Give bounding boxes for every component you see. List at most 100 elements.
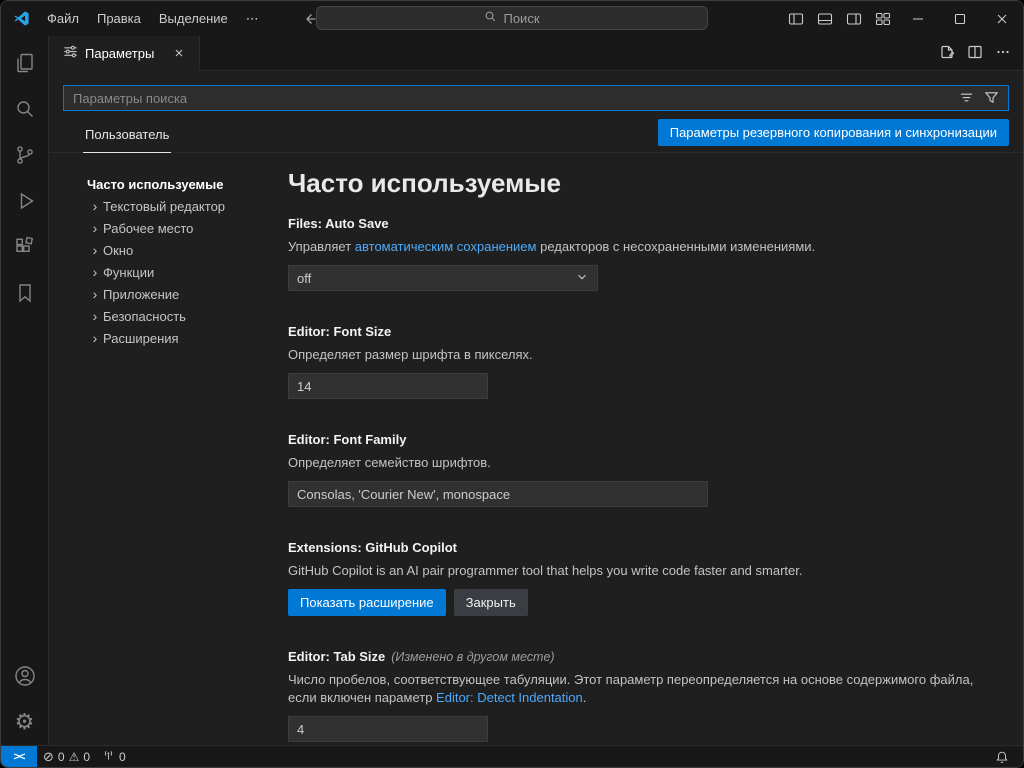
settings-content: Часто используемые Files: Auto Save Упра… [288,153,1023,745]
errors-count: 0 [58,750,65,764]
open-settings-json-icon[interactable] [939,44,955,63]
bookmarks-icon[interactable] [1,270,49,316]
tab-close-icon[interactable] [169,43,189,63]
ports-status[interactable]: 0 [96,746,132,768]
toggle-secondary-sidebar-icon[interactable] [839,1,868,36]
problems-status[interactable]: 0 0 [37,746,96,768]
tab-label: Параметры [85,46,154,61]
settings-sliders-icon [63,44,78,62]
warnings-count: 0 [83,750,90,764]
account-icon[interactable] [1,653,49,699]
show-extension-button[interactable]: Показать расширение [288,589,446,616]
notifications-bell-icon[interactable] [989,746,1015,768]
setting-title: Extensions: GitHub Copilot [288,539,999,557]
chevron-right-icon [87,309,103,323]
minimize-button[interactable] [897,1,939,36]
tab-bar: Параметры [49,36,1023,71]
setting-title: Files: Auto Save [288,215,999,233]
setting-description: Число пробелов, соответствующее табуляци… [288,671,999,707]
font-size-input[interactable] [288,373,488,399]
toc-item-label: Расширения [103,331,179,346]
titlebar-search-label: Поиск [503,11,539,26]
toggle-panel-icon[interactable] [810,1,839,36]
dismiss-button[interactable]: Закрыть [454,589,528,616]
source-control-icon[interactable] [1,132,49,178]
titlebar-search[interactable]: Поиск [316,6,708,30]
backup-sync-settings-button[interactable]: Параметры резервного копирования и синхр… [658,119,1009,146]
settings-section-heading: Часто используемые [288,167,999,199]
auto-save-select-value: off [297,271,311,286]
tab-settings[interactable]: Параметры [49,36,200,71]
auto-save-link[interactable]: автоматическим сохранением [355,239,537,254]
setting-title-text: Editor: Tab Size [288,649,385,664]
settings-search-actions [959,90,999,108]
modified-elsewhere-note: (Изменено в другом месте) [391,650,554,664]
settings-body: Часто используемые Текстовый редактор Ра… [49,153,1023,745]
vscode-logo-icon [13,10,30,27]
setting-title: Editor: Font Size [288,323,999,341]
chevron-down-icon [575,270,589,287]
settings-gear-icon[interactable]: ⚙ [1,699,49,745]
menu-selection[interactable]: Выделение [150,7,237,30]
desc-text: . [583,690,587,705]
window-controls [781,1,1023,36]
search-icon [484,10,497,26]
toc-item-label: Приложение [103,287,179,302]
more-actions-icon[interactable] [995,44,1011,63]
setting-description: Управляет автоматическим сохранением ред… [288,238,999,256]
toc-item-features[interactable]: Функции [87,261,288,283]
chevron-right-icon [87,243,103,257]
remote-indicator-icon[interactable] [1,746,37,768]
setting-description: GitHub Copilot is an AI pair programmer … [288,562,999,580]
settings-search-row [49,71,1023,111]
radio-tower-icon [102,749,115,765]
desc-text: Управляет [288,239,355,254]
warnings-icon [69,750,80,764]
status-bar-right [989,746,1023,768]
toc-item-application[interactable]: Приложение [87,283,288,305]
toc-item-window[interactable]: Окно [87,239,288,261]
toc-item-security[interactable]: Безопасность [87,305,288,327]
errors-icon [43,749,54,765]
settings-toc: Часто используемые Текстовый редактор Ра… [49,153,288,745]
font-family-input[interactable] [288,481,708,507]
chevron-right-icon [87,265,103,279]
menu-file[interactable]: Файл [38,7,88,30]
setting-editor-font-family: Editor: Font Family Определяет семейство… [288,431,999,507]
toc-item-workbench[interactable]: Рабочее место [87,217,288,239]
chevron-right-icon [87,199,103,213]
filter-lines-icon[interactable] [959,90,974,108]
split-editor-icon[interactable] [967,44,983,63]
customize-layout-icon[interactable] [868,1,897,36]
toc-item-text-editor[interactable]: Текстовый редактор [87,195,288,217]
menu-bar: Файл Правка Выделение ⋯ [38,7,268,31]
setting-description: Определяет размер шрифта в пикселях. [288,346,999,364]
toc-item-label: Безопасность [103,309,186,324]
desc-text: Число пробелов, соответствующее табуляци… [288,672,973,705]
close-button[interactable] [981,1,1023,36]
setting-title: Editor: Tab Size (Изменено в другом месте… [288,648,999,666]
chevron-right-icon [87,221,103,235]
chevron-right-icon [87,287,103,301]
search-view-icon[interactable] [1,86,49,132]
auto-save-select[interactable]: off [288,265,598,291]
extensions-icon[interactable] [1,224,49,270]
maximize-button[interactable] [939,1,981,36]
setting-description: Определяет семейство шрифтов. [288,454,999,472]
run-debug-icon[interactable] [1,178,49,224]
settings-search-input[interactable] [63,85,1009,111]
activity-bar: ⚙ [1,36,49,745]
tab-user-scope[interactable]: Пользователь [83,127,171,153]
menu-more[interactable]: ⋯ [237,7,268,31]
explorer-icon[interactable] [1,40,49,86]
toggle-primary-sidebar-icon[interactable] [781,1,810,36]
toc-item-label: Функции [103,265,154,280]
desc-text: редакторов с несохраненными изменениями. [536,239,815,254]
tab-size-input[interactable] [288,716,488,742]
detect-indentation-link[interactable]: Editor: Detect Indentation [436,690,583,705]
toc-item-commonly-used[interactable]: Часто используемые [87,173,288,195]
menu-edit[interactable]: Правка [88,7,150,30]
filter-funnel-icon[interactable] [984,90,999,108]
toc-item-extensions[interactable]: Расширения [87,327,288,349]
toc-item-label: Окно [103,243,133,258]
